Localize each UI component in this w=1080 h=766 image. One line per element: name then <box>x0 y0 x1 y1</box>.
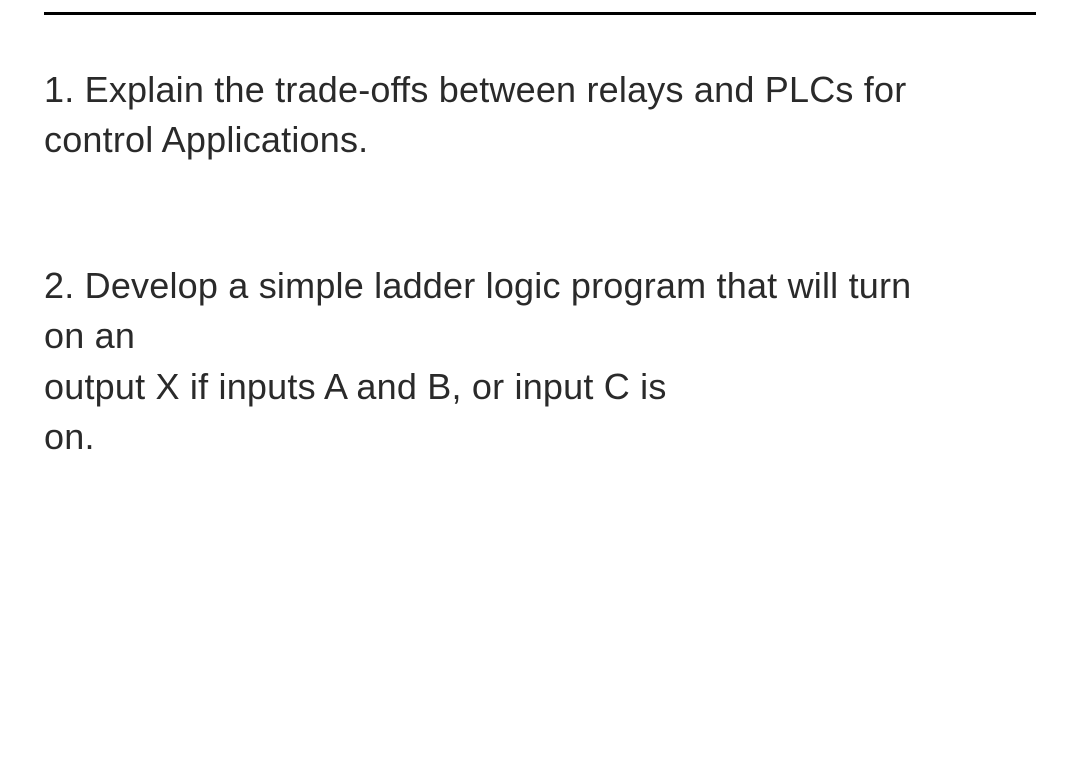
horizontal-divider <box>44 12 1036 15</box>
question-2-line-2: on an <box>44 311 1036 361</box>
question-2-line-3: output X if inputs A and B, or input C i… <box>44 362 1036 412</box>
question-1-line-1: 1. Explain the trade-offs between relays… <box>44 65 1036 115</box>
question-1-line-2: control Applications. <box>44 115 1036 165</box>
question-1: 1. Explain the trade-offs between relays… <box>44 65 1036 166</box>
question-2-line-1: 2. Develop a simple ladder logic program… <box>44 261 1036 311</box>
question-2: 2. Develop a simple ladder logic program… <box>44 261 1036 463</box>
document-container: 1. Explain the trade-offs between relays… <box>0 12 1080 462</box>
question-2-line-4: on. <box>44 412 1036 462</box>
